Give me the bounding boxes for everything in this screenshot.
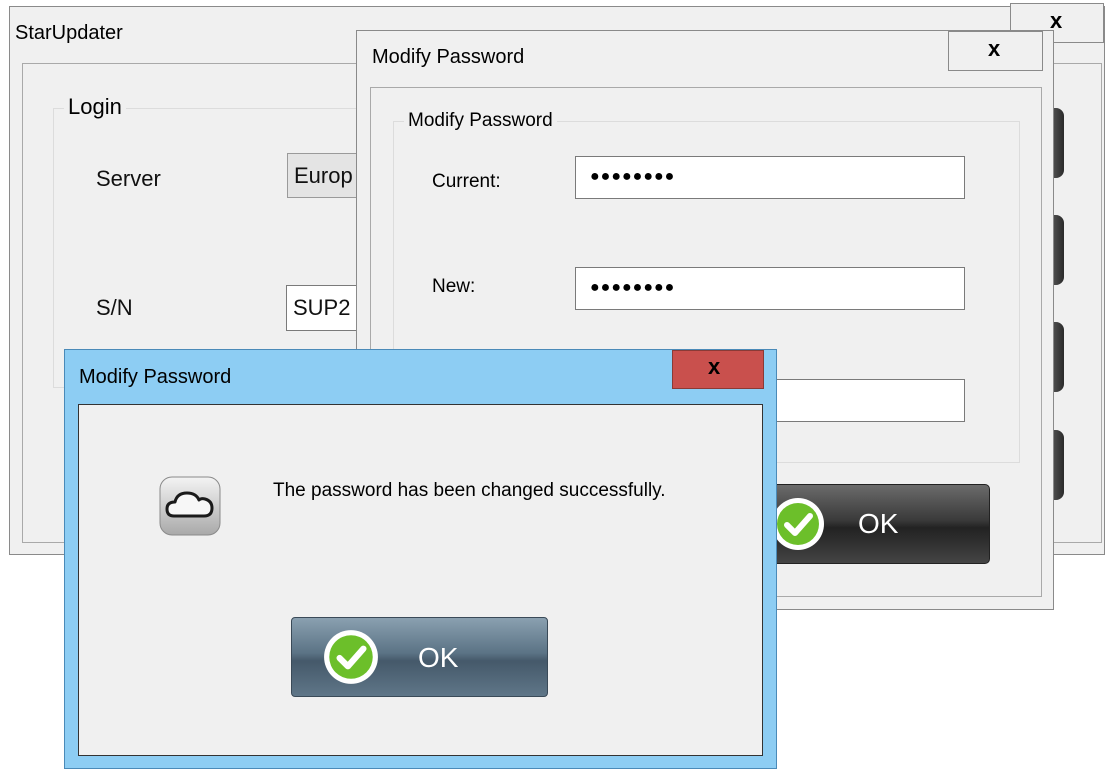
login-groupbox bbox=[53, 108, 373, 388]
check-icon bbox=[324, 630, 378, 684]
sn-label: S/N bbox=[96, 295, 133, 320]
success-dialog-title: Modify Password bbox=[79, 366, 232, 388]
success-dialog-body bbox=[78, 404, 763, 756]
success-ok-label[interactable]: OK bbox=[418, 642, 458, 674]
success-message: The password has been changed successful… bbox=[273, 480, 666, 501]
cloud-icon bbox=[159, 476, 221, 536]
server-label: Server bbox=[96, 166, 161, 191]
current-password-label: Current: bbox=[432, 171, 501, 192]
close-icon[interactable]: x bbox=[988, 36, 1000, 62]
login-legend: Login bbox=[64, 94, 126, 120]
modify-password-legend: Modify Password bbox=[404, 110, 557, 132]
modify-password-window-title: Modify Password bbox=[372, 46, 525, 68]
new-password-label: New: bbox=[432, 276, 476, 297]
check-icon bbox=[772, 498, 824, 550]
current-password-input[interactable]: ●●●●●●●● bbox=[575, 156, 965, 199]
starupdater-window-title: StarUpdater bbox=[15, 22, 123, 44]
close-icon[interactable]: x bbox=[708, 354, 720, 380]
new-password-input[interactable]: ●●●●●●●● bbox=[575, 267, 965, 310]
modify-password-ok-label[interactable]: OK bbox=[858, 508, 898, 540]
